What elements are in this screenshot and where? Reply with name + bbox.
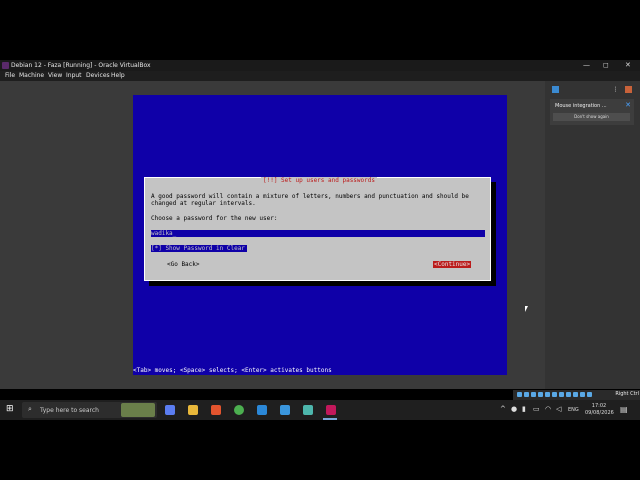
dialog-title: [!!] Set up users and passwords: [261, 177, 377, 184]
mouse-integration-icon[interactable]: [580, 392, 585, 397]
mouse-pointer: [525, 306, 528, 312]
menu-devices[interactable]: Devices: [86, 72, 110, 79]
shared-folders-icon[interactable]: [552, 392, 557, 397]
battery-icon[interactable]: ▭: [533, 405, 540, 414]
mouse-integration-notification: Mouse integration ... ✕ Don't show again: [550, 99, 634, 125]
display-icon[interactable]: [559, 392, 564, 397]
usb-icon[interactable]: [545, 392, 550, 397]
dont-show-again-button[interactable]: Don't show again: [553, 113, 630, 121]
virtualbox-taskbar-icon[interactable]: [326, 405, 336, 415]
show-password-checkbox[interactable]: [*] Show Password in Clear: [151, 245, 247, 252]
search-icon: ⌕: [28, 405, 32, 413]
taskbar-search-box[interactable]: ⌕ Type here to search: [22, 402, 157, 418]
password-prompt: Choose a password for the new user:: [151, 215, 278, 222]
minimize-button[interactable]: —: [583, 61, 590, 69]
close-button[interactable]: ✕: [625, 61, 631, 69]
search-highlight-image: [121, 403, 155, 417]
notification-center-icon[interactable]: [552, 86, 559, 93]
dialog-description-line1: A good password will contain a mixture o…: [151, 193, 469, 200]
app-icon[interactable]: [303, 405, 313, 415]
menu-view[interactable]: View: [48, 72, 62, 79]
hard-disk-icon[interactable]: [517, 392, 522, 397]
brave-browser-icon[interactable]: [211, 405, 221, 415]
window-title: Debian 12 - Faza [Running] - Oracle Virt…: [11, 62, 151, 69]
menu-input[interactable]: Input: [66, 72, 82, 79]
menu-machine[interactable]: Machine: [19, 72, 44, 79]
tray-app-icon[interactable]: ●: [511, 405, 517, 414]
optical-drive-icon[interactable]: [524, 392, 529, 397]
cpu-icon[interactable]: [573, 392, 578, 397]
vbox-alert-icon[interactable]: [625, 86, 632, 93]
installer-status-line: <Tab> moves; <Space> selects; <Enter> ac…: [133, 367, 332, 374]
keyboard-icon[interactable]: [587, 392, 592, 397]
recording-icon[interactable]: [566, 392, 571, 397]
wifi-icon[interactable]: ◠: [545, 405, 551, 414]
active-app-indicator: [323, 418, 337, 420]
volume-icon[interactable]: ◁: [556, 405, 561, 414]
clock-date: 09/08/2026: [585, 410, 614, 416]
notification-title: Mouse integration ...: [555, 103, 607, 109]
continue-button[interactable]: <Continue>: [433, 261, 472, 268]
chrome-icon[interactable]: [234, 405, 244, 415]
password-input[interactable]: wadika_: [151, 230, 485, 237]
installer-dialog: [!!] Set up users and passwords A good p…: [144, 177, 491, 281]
app-download-icon[interactable]: [257, 405, 267, 415]
vbox-status-bar: Right Ctrl: [513, 390, 640, 400]
file-explorer-icon[interactable]: [188, 405, 198, 415]
tray-chevron-icon[interactable]: ^: [500, 405, 506, 414]
menu-bar: File Machine View Input Devices Help: [0, 71, 640, 81]
window-titlebar: Debian 12 - Faza [Running] - Oracle Virt…: [0, 60, 640, 71]
search-placeholder: Type here to search: [40, 407, 99, 414]
notification-panel: ⋮ Mouse integration ... ✕ Don't show aga…: [545, 81, 640, 389]
windows-start-icon[interactable]: ⊞: [6, 405, 14, 414]
language-indicator[interactable]: ENG: [568, 407, 579, 413]
notifications-icon[interactable]: ▤: [620, 405, 628, 414]
maximize-button[interactable]: ◻: [603, 61, 609, 69]
audio-icon[interactable]: [531, 392, 536, 397]
clock-time: 17:02: [591, 403, 607, 409]
copilot-icon[interactable]: [165, 405, 175, 415]
go-back-button[interactable]: <Go Back>: [167, 261, 200, 268]
menu-file[interactable]: File: [5, 72, 15, 79]
microphone-icon[interactable]: ▮: [522, 405, 526, 414]
network-icon[interactable]: [538, 392, 543, 397]
vscode-icon[interactable]: [280, 405, 290, 415]
dialog-description-line2: changed at regular intervals.: [151, 200, 256, 207]
taskbar-clock[interactable]: 17:02 09/08/2026: [585, 403, 614, 417]
menu-help[interactable]: Help: [111, 72, 125, 79]
windows-taskbar: ⊞ ⌕ Type here to search ^ ● ▮ ▭ ◠ ◁ ENG …: [0, 400, 640, 420]
host-key-label: Right Ctrl: [615, 391, 639, 397]
pin-icon[interactable]: ⋮: [612, 86, 619, 93]
virtualbox-icon: [2, 62, 9, 69]
notification-close-icon[interactable]: ✕: [625, 101, 631, 109]
